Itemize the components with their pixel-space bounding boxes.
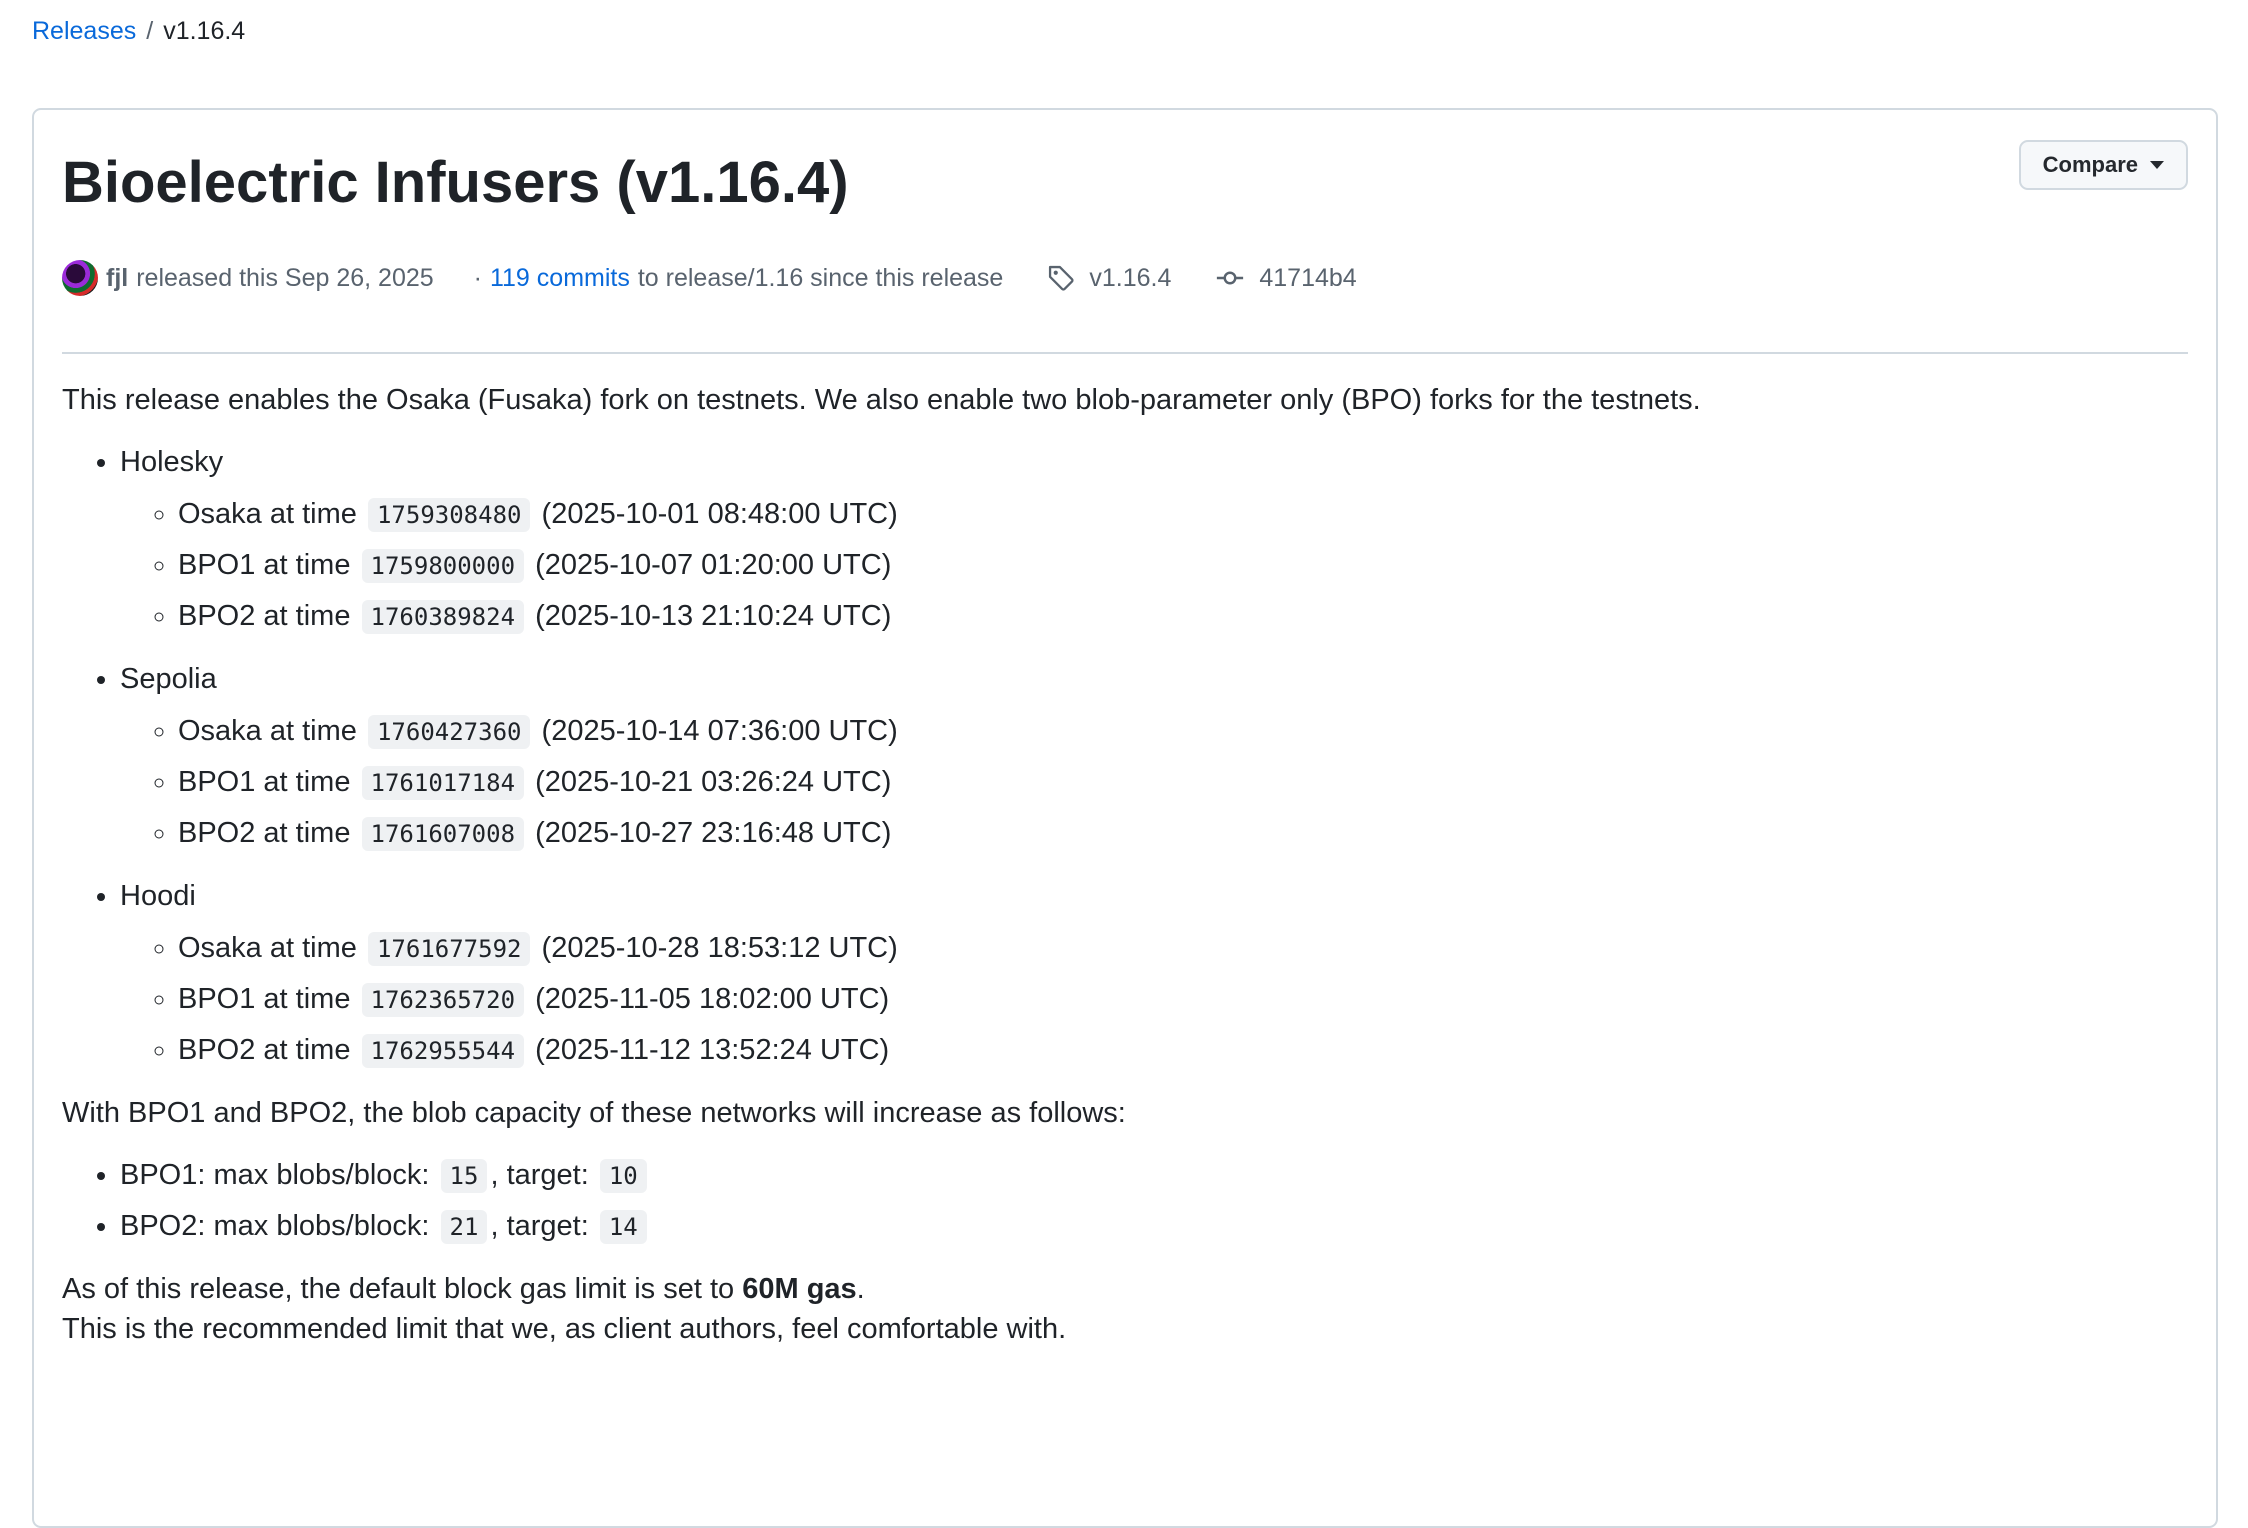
fork-label: Osaka at time (178, 715, 357, 747)
divider (62, 352, 2188, 354)
capacity-list: BPO1: max blobs/block: 15, target: 10 BP… (62, 1155, 2188, 1247)
capacity-label: BPO1: max blobs/block: (120, 1159, 430, 1191)
timestamp-code: 1761607008 (361, 817, 525, 851)
list-item: BPO2 at time 1761607008 (2025-10-27 23:1… (178, 813, 2188, 854)
network-name: Sepolia (120, 663, 217, 695)
timestamp-code: 1759800000 (361, 549, 525, 583)
gas-prefix: As of this release, the default block ga… (62, 1273, 735, 1305)
timestamp-code: 1760427360 (367, 715, 531, 749)
commits-link[interactable]: 119 commits (490, 264, 630, 293)
release-title: Bioelectric Infusers (v1.16.4) (62, 150, 849, 215)
fork-label: BPO2 at time (178, 600, 351, 632)
fork-date: (2025-11-12 13:52:24 UTC) (535, 1034, 890, 1066)
gas-suffix: . (856, 1273, 865, 1305)
list-item: Osaka at time 1759308480 (2025-10-01 08:… (178, 494, 2188, 535)
target-label: , target: (490, 1210, 589, 1242)
timestamp-code: 1761677592 (367, 932, 531, 966)
fork-label: BPO1 at time (178, 549, 351, 581)
fork-label: BPO2 at time (178, 817, 351, 849)
fork-label: BPO1 at time (178, 983, 351, 1015)
avatar[interactable] (62, 260, 98, 296)
intro-paragraph: This release enables the Osaka (Fusaka) … (62, 384, 1701, 416)
release-notes: This release enables the Osaka (Fusaka) … (62, 380, 2188, 1349)
list-item: BPO1 at time 1761017184 (2025-10-21 03:2… (178, 762, 2188, 803)
fork-list: Osaka at time 1759308480 (2025-10-01 08:… (120, 494, 2188, 637)
timestamp-code: 1762365720 (361, 983, 525, 1017)
breadcrumb-releases-link[interactable]: Releases (32, 17, 136, 45)
fork-list: Osaka at time 1760427360 (2025-10-14 07:… (120, 711, 2188, 854)
network-name: Hoodi (120, 880, 196, 912)
commit-link[interactable]: 41714b4 (1215, 263, 1357, 293)
compare-label: Compare (2042, 152, 2138, 177)
fork-label: BPO2 at time (178, 1034, 351, 1066)
list-item: BPO2 at time 1760389824 (2025-10-13 21:1… (178, 596, 2188, 637)
list-item: BPO1 at time 1759800000 (2025-10-07 01:2… (178, 545, 2188, 586)
list-item: BPO2 at time 1762955544 (2025-11-12 13:5… (178, 1030, 2188, 1071)
target-code: 10 (599, 1159, 647, 1193)
network-list: Holesky Osaka at time 1759308480 (2025-1… (62, 442, 2188, 1071)
network-name: Holesky (120, 446, 224, 478)
fork-date: (2025-11-05 18:02:00 UTC) (535, 983, 890, 1015)
list-item: Holesky Osaka at time 1759308480 (2025-1… (120, 442, 2188, 637)
fork-date: (2025-10-21 03:26:24 UTC) (535, 766, 892, 798)
tag-link[interactable]: v1.16.4 (1047, 264, 1171, 293)
max-blobs-code: 21 (440, 1210, 488, 1244)
release-card: Bioelectric Infusers (v1.16.4) Compare f… (32, 108, 2218, 1528)
commits-since-text: to release/1.16 since this release (637, 263, 1004, 292)
fork-date: (2025-10-07 01:20:00 UTC) (535, 549, 892, 581)
list-item: Osaka at time 1761677592 (2025-10-28 18:… (178, 928, 2188, 969)
breadcrumb-current: v1.16.4 (163, 17, 246, 45)
gas-value: 60M gas (742, 1273, 857, 1305)
timestamp-code: 1759308480 (367, 498, 531, 532)
list-item: BPO1 at time 1762365720 (2025-11-05 18:0… (178, 979, 2188, 1020)
compare-button[interactable]: Compare (2018, 140, 2188, 190)
fork-date: (2025-10-01 08:48:00 UTC) (541, 498, 898, 530)
tag-name: v1.16.4 (1089, 263, 1172, 292)
target-code: 14 (599, 1210, 647, 1244)
timestamp-code: 1760389824 (361, 600, 525, 634)
timestamp-code: 1762955544 (361, 1034, 525, 1068)
commit-sha: 41714b4 (1259, 263, 1357, 292)
release-meta: fjl released this Sep 26, 2025 · 119 com… (62, 258, 1357, 298)
commit-icon (1215, 264, 1245, 292)
author-link[interactable]: fjl (106, 264, 128, 293)
timestamp-code: 1761017184 (361, 766, 525, 800)
list-item: BPO2: max blobs/block: 21, target: 14 (120, 1206, 2188, 1247)
list-item: BPO1: max blobs/block: 15, target: 10 (120, 1155, 2188, 1196)
gas-note: This is the recommended limit that we, a… (62, 1313, 1067, 1345)
fork-label: BPO1 at time (178, 766, 351, 798)
fork-label: Osaka at time (178, 498, 357, 530)
list-item: Osaka at time 1760427360 (2025-10-14 07:… (178, 711, 2188, 752)
fork-date: (2025-10-14 07:36:00 UTC) (541, 715, 898, 747)
released-date: released this Sep 26, 2025 (136, 263, 434, 292)
breadcrumb-separator: / (146, 17, 154, 45)
gas-paragraph: As of this release, the default block ga… (62, 1269, 2188, 1309)
fork-date: (2025-10-27 23:16:48 UTC) (535, 817, 892, 849)
meta-dot: · (473, 263, 482, 292)
tag-icon (1047, 264, 1075, 292)
target-label: , target: (490, 1159, 589, 1191)
list-item: Sepolia Osaka at time 1760427360 (2025-1… (120, 659, 2188, 854)
fork-date: (2025-10-13 21:10:24 UTC) (535, 600, 892, 632)
max-blobs-code: 15 (440, 1159, 488, 1193)
caret-down-icon (2150, 161, 2164, 169)
capacity-intro: With BPO1 and BPO2, the blob capacity of… (62, 1097, 1126, 1129)
fork-date: (2025-10-28 18:53:12 UTC) (541, 932, 898, 964)
capacity-label: BPO2: max blobs/block: (120, 1210, 430, 1242)
list-item: Hoodi Osaka at time 1761677592 (2025-10-… (120, 876, 2188, 1071)
breadcrumb: Releases / v1.16.4 (32, 14, 245, 48)
fork-list: Osaka at time 1761677592 (2025-10-28 18:… (120, 928, 2188, 1071)
fork-label: Osaka at time (178, 932, 357, 964)
